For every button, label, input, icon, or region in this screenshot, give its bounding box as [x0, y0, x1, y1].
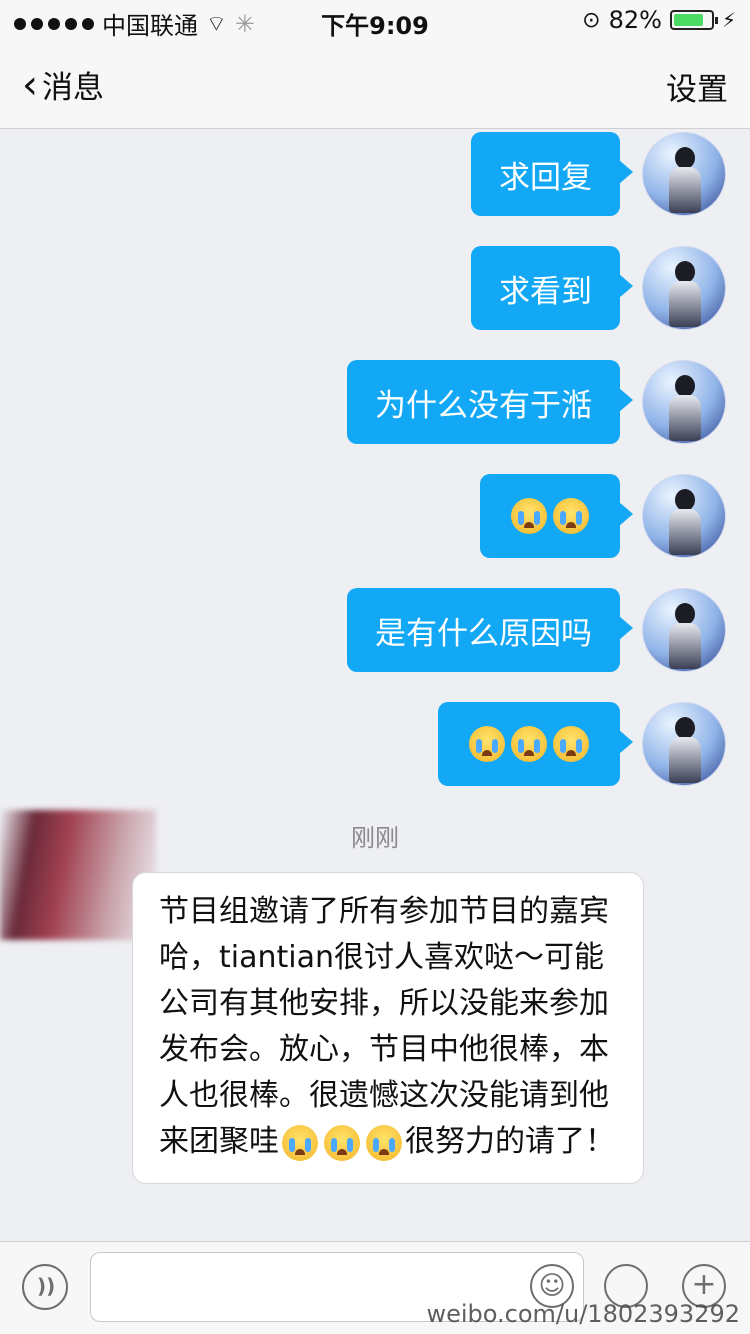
message-row: 是有什么原因吗	[347, 588, 726, 672]
status-bar-right: ⊙ 82% ⚡	[582, 6, 736, 34]
message-row	[438, 702, 726, 786]
avatar[interactable]	[642, 474, 726, 558]
crying-face-icon	[324, 1124, 360, 1161]
crying-face-icon	[282, 1124, 318, 1161]
incoming-message[interactable]: 节目组邀请了所有参加节目的嘉宾哈，tiantian很讨人喜欢哒～可能公司有其他安…	[132, 872, 644, 1184]
message-row	[480, 474, 726, 558]
battery-fill	[673, 14, 704, 26]
avatar[interactable]	[642, 246, 726, 330]
avatar[interactable]	[642, 702, 726, 786]
avatar[interactable]	[642, 132, 726, 216]
crying-face-icon	[511, 498, 547, 534]
outgoing-message[interactable]: 为什么没有于湉	[347, 360, 633, 444]
nav-bar: ‹ 消息 设置	[0, 40, 750, 129]
watermark: weibo.com/u/1802393292	[426, 1300, 740, 1328]
plus-icon: +	[691, 1267, 717, 1302]
message-row: 为什么没有于湉	[347, 360, 726, 444]
avatar[interactable]	[642, 588, 726, 672]
outgoing-emoji-message[interactable]	[480, 474, 633, 558]
voice-icon: ))	[37, 1274, 56, 1298]
status-bar: 中国联通 ⌔ ✳ 下午9:09 ⊙ 82% ⚡	[0, 0, 750, 40]
input-toolbar: )) ☺ + weibo.com/u/1802393292	[0, 1241, 750, 1334]
avatar[interactable]	[642, 360, 726, 444]
message-row: 求看到	[471, 246, 726, 330]
crying-face-icon	[469, 726, 505, 762]
crying-face-icon	[553, 726, 589, 762]
settings-button[interactable]: 设置	[666, 64, 728, 109]
smiley-icon: ☺	[538, 1271, 566, 1301]
battery-icon	[669, 10, 718, 30]
crying-face-icon	[366, 1124, 402, 1161]
outgoing-message[interactable]: 求看到	[471, 246, 633, 330]
charging-icon: ⚡	[721, 8, 736, 32]
outgoing-message[interactable]: 求回复	[471, 132, 633, 216]
outgoing-message[interactable]: 是有什么原因吗	[347, 588, 633, 672]
battery-percent: 82%	[608, 6, 662, 34]
back-button[interactable]: ‹ 消息	[22, 62, 104, 107]
crying-face-icon	[511, 726, 547, 762]
back-label: 消息	[42, 70, 104, 106]
battery-cap	[714, 17, 718, 24]
incoming-message-text-end: 很努力的请了！	[405, 1124, 615, 1159]
crying-face-icon	[553, 498, 589, 534]
voice-input-button[interactable]: ))	[22, 1264, 68, 1310]
message-row: 求回复	[471, 132, 726, 216]
incoming-message-text: 节目组邀请了所有参加节目的嘉宾哈，tiantian很讨人喜欢哒～可能公司有其他安…	[159, 894, 609, 1159]
chevron-left-icon: ‹	[22, 61, 38, 108]
outgoing-emoji-message[interactable]	[438, 702, 633, 786]
rotation-lock-icon: ⊙	[582, 7, 601, 33]
